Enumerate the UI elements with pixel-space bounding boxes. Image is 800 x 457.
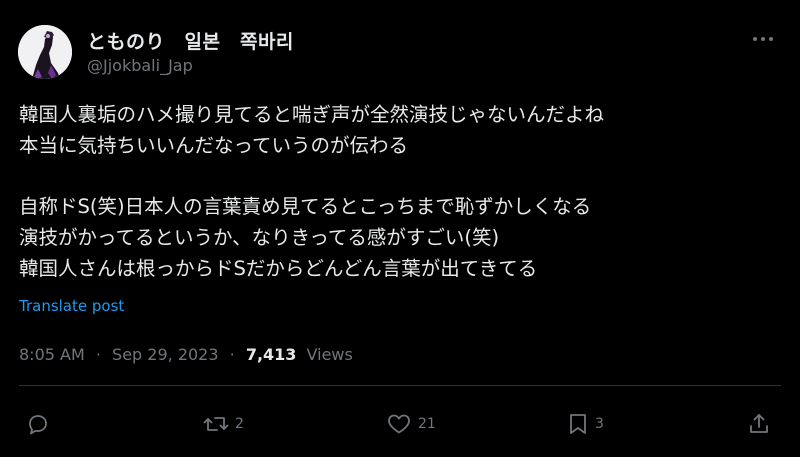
tweet-text-line: 韓国人さんは根っからドSだからどんどん言葉が出てきてる (19, 256, 538, 280)
tweet-text-line: 本当に気持ちいいんだなっていうのが伝わる (19, 133, 409, 157)
avatar-image (18, 25, 72, 79)
translate-post-link[interactable]: Translate post (19, 297, 124, 315)
divider (19, 385, 781, 386)
display-name[interactable]: とものり 일본 쪽바리 (87, 27, 294, 54)
repost-icon (203, 417, 229, 431)
tweet-text-line: 演技がかってるというか、なりきってる感がすごい(笑) (19, 226, 500, 250)
tweet-text-line (19, 162, 779, 193)
tweet-text-line: 韓国人裏垢のハメ撮り見てると喘ぎ声が全然演技じゃないんだよね (19, 103, 605, 126)
bookmark-count: 3 (595, 416, 604, 432)
repost-button[interactable]: 2 (203, 410, 244, 438)
views-count: 7,413 (245, 345, 297, 364)
tweet: とものり 일본 쪽바리 @Jjokbali_Jap 韓国人裏垢のハメ撮り見てると… (0, 0, 800, 457)
repost-count: 2 (235, 416, 244, 432)
meta-separator: · (95, 345, 101, 364)
post-date[interactable]: Sep 29, 2023 (112, 345, 219, 364)
tweet-text: 韓国人裏垢のハメ撮り見てると喘ぎ声が全然演技じゃないんだよね 本当に気持ちいいん… (19, 100, 779, 285)
reply-button[interactable] (26, 410, 56, 438)
more-horizontal-icon (753, 37, 773, 41)
post-time[interactable]: 8:05 AM (19, 345, 85, 364)
tweet-meta: 8:05 AM · Sep 29, 2023 · 7,413 Views (19, 345, 353, 364)
bookmark-button[interactable]: 3 (567, 410, 604, 438)
share-button[interactable] (747, 410, 771, 438)
author-handle[interactable]: @Jjokbali_Jap (87, 56, 193, 75)
bookmark-icon (570, 414, 586, 434)
more-options-button[interactable] (750, 28, 776, 50)
tweet-text-line: 自称ドS(笑)日本人の言葉責め見てるとこっちまで恥ずかしくなる (19, 195, 592, 219)
avatar[interactable] (18, 25, 72, 79)
like-button[interactable]: 21 (386, 410, 436, 438)
views-label: Views (306, 345, 353, 364)
reply-icon (29, 415, 47, 435)
meta-separator: · (229, 345, 235, 364)
like-count: 21 (418, 416, 436, 432)
heart-icon (388, 414, 410, 434)
share-icon (750, 414, 768, 433)
